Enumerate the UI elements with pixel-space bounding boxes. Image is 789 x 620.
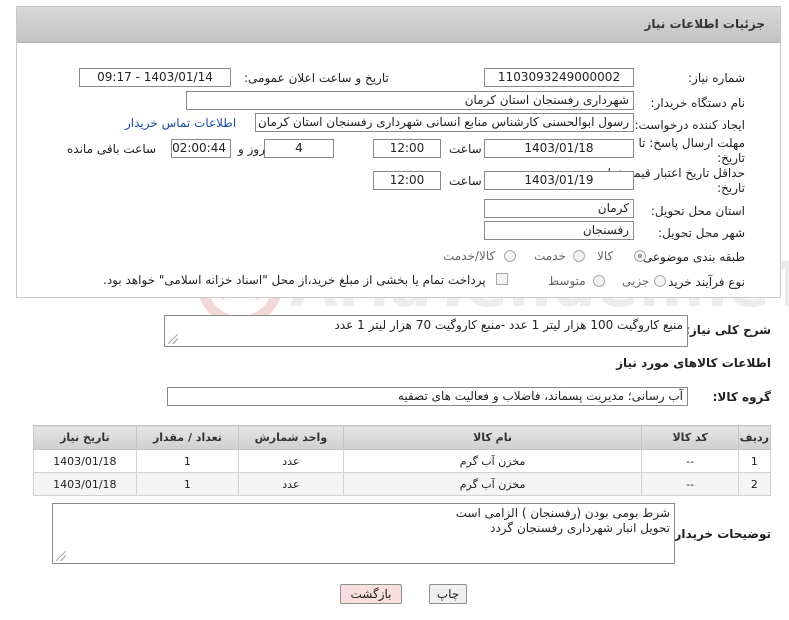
creator-field[interactable]: رسول ابوالحسنی کارشناس منابع انسانی شهرد… — [255, 113, 634, 132]
description-textarea[interactable]: منبع کاروگیت 100 هزار لیتر 1 عدد -منبع ک… — [164, 315, 688, 347]
category-radio-goods-service[interactable] — [504, 250, 516, 262]
col-header-name: نام کالا — [342, 425, 643, 450]
category-radio-service[interactable] — [573, 250, 585, 262]
items-table: ردیف کد کالا نام کالا واحد شمارش تعداد /… — [33, 425, 772, 496]
cell-quantity: 1 — [135, 449, 240, 473]
cell-unit: عدد — [238, 472, 344, 496]
validity-time-label: ساعت — [449, 174, 482, 188]
process-label: نوع فرآیند خرید : — [660, 275, 745, 289]
deadline-date-label: تاریخ: — [717, 151, 745, 165]
announce-field[interactable]: 1403/01/14 - 09:17 — [79, 68, 231, 87]
contact-info-link[interactable]: اطلاعات تماس خریدار — [125, 116, 236, 130]
category-option-goods: کالا — [597, 249, 614, 263]
remaining-label: ساعت باقی مانده — [67, 142, 157, 156]
description-label: شرح کلی نیاز: — [685, 323, 771, 337]
description-text: منبع کاروگیت 100 هزار لیتر 1 عدد -منبع ک… — [334, 318, 683, 332]
cell-name: مخزن آب گرم — [342, 472, 643, 496]
goods-group-field[interactable]: آب رسانی؛ مدیریت پسماند، فاضلاب و فعالیت… — [167, 387, 688, 406]
goods-section-title: اطلاعات کالاهای مورد نیاز — [616, 356, 771, 370]
buyer-org-label: نام دستگاه خریدار: — [650, 96, 746, 110]
resize-grip-icon[interactable] — [56, 551, 66, 561]
process-radio-medium[interactable] — [593, 275, 605, 287]
category-label: طبقه بندی موضوعی: — [638, 250, 745, 264]
back-button[interactable]: بازگشت — [340, 584, 402, 604]
cell-row: 1 — [737, 449, 772, 473]
treasury-payment-checkbox[interactable] — [496, 273, 508, 285]
creator-label: ایجاد کننده درخواست: — [634, 118, 745, 132]
deadline-label: مهلت ارسال پاسخ: تا — [638, 136, 745, 150]
province-label: استان محل تحویل: — [650, 204, 745, 218]
cell-code: -- — [641, 472, 739, 496]
col-header-quantity: تعداد / مقدار — [135, 425, 240, 450]
buyer-notes-line-2: تحویل انبار شهرداری رفسنجان گردد — [490, 521, 670, 535]
cell-quantity: 1 — [135, 472, 240, 496]
deadline-time-field[interactable]: 12:00 — [373, 139, 441, 158]
need-number-label: شماره نیاز: — [688, 71, 745, 85]
category-radio-goods[interactable] — [634, 250, 646, 262]
buyer-notes-textarea[interactable]: شرط بومی بودن (رفسنجان ) الزامی است تحوی… — [52, 503, 675, 564]
validity-date-label: تاریخ: — [717, 181, 745, 195]
process-radio-minor[interactable] — [654, 275, 666, 287]
category-option-goods-service: کالا/خدمت — [443, 249, 496, 263]
table-row[interactable]: 2 -- مخزن آب گرم عدد 1 1403/01/18 — [33, 472, 772, 496]
cell-unit: عدد — [238, 449, 344, 473]
days-label: روز و — [238, 142, 265, 156]
cell-name: مخزن آب گرم — [342, 449, 643, 473]
process-option-medium: متوسط — [548, 274, 586, 288]
buyer-notes-line-1: شرط بومی بودن (رفسنجان ) الزامی است — [455, 506, 670, 520]
col-header-unit: واحد شمارش — [238, 425, 344, 450]
print-button[interactable]: چاپ — [429, 584, 467, 604]
deadline-time-label: ساعت — [449, 142, 482, 156]
resize-grip-icon[interactable] — [168, 334, 178, 344]
province-field[interactable]: کرمان — [484, 199, 634, 218]
col-header-row: ردیف — [737, 425, 772, 450]
validity-time-field[interactable]: 12:00 — [373, 171, 441, 190]
cell-code: -- — [641, 449, 739, 473]
cell-row: 2 — [737, 472, 772, 496]
buyer-org-field[interactable]: شهرداری رفسنجان استان کرمان — [186, 91, 634, 110]
payment-note: پرداخت تمام یا بخشی از مبلغ خرید،از محل … — [103, 273, 486, 287]
deadline-date-field[interactable]: 1403/01/18 — [484, 139, 634, 158]
remaining-time-field[interactable]: 02:00:44 — [171, 139, 231, 158]
city-field[interactable]: رفسنجان — [484, 221, 634, 240]
page-title: جزئیات اطلاعات نیاز — [644, 17, 765, 31]
buyer-notes-label: توضیحات خریدار: — [669, 527, 771, 541]
announce-label: تاریخ و ساعت اعلان عمومی: — [244, 71, 389, 85]
cell-date: 1403/01/18 — [33, 449, 137, 473]
city-label: شهر محل تحویل: — [658, 226, 745, 240]
col-header-code: کد کالا — [641, 425, 739, 450]
table-header-row: ردیف کد کالا نام کالا واحد شمارش تعداد /… — [33, 425, 772, 450]
need-number-field[interactable]: 1103093249000002 — [484, 68, 634, 87]
process-option-minor: جزیی — [622, 274, 650, 288]
goods-group-label: گروه کالا: — [712, 390, 771, 404]
validity-date-field[interactable]: 1403/01/19 — [484, 171, 634, 190]
days-field[interactable]: 4 — [264, 139, 334, 158]
col-header-date: تاریخ نیاز — [33, 425, 137, 450]
category-option-service: خدمت — [534, 249, 566, 263]
table-row[interactable]: 1 -- مخزن آب گرم عدد 1 1403/01/18 — [33, 449, 772, 473]
cell-date: 1403/01/18 — [33, 472, 137, 496]
